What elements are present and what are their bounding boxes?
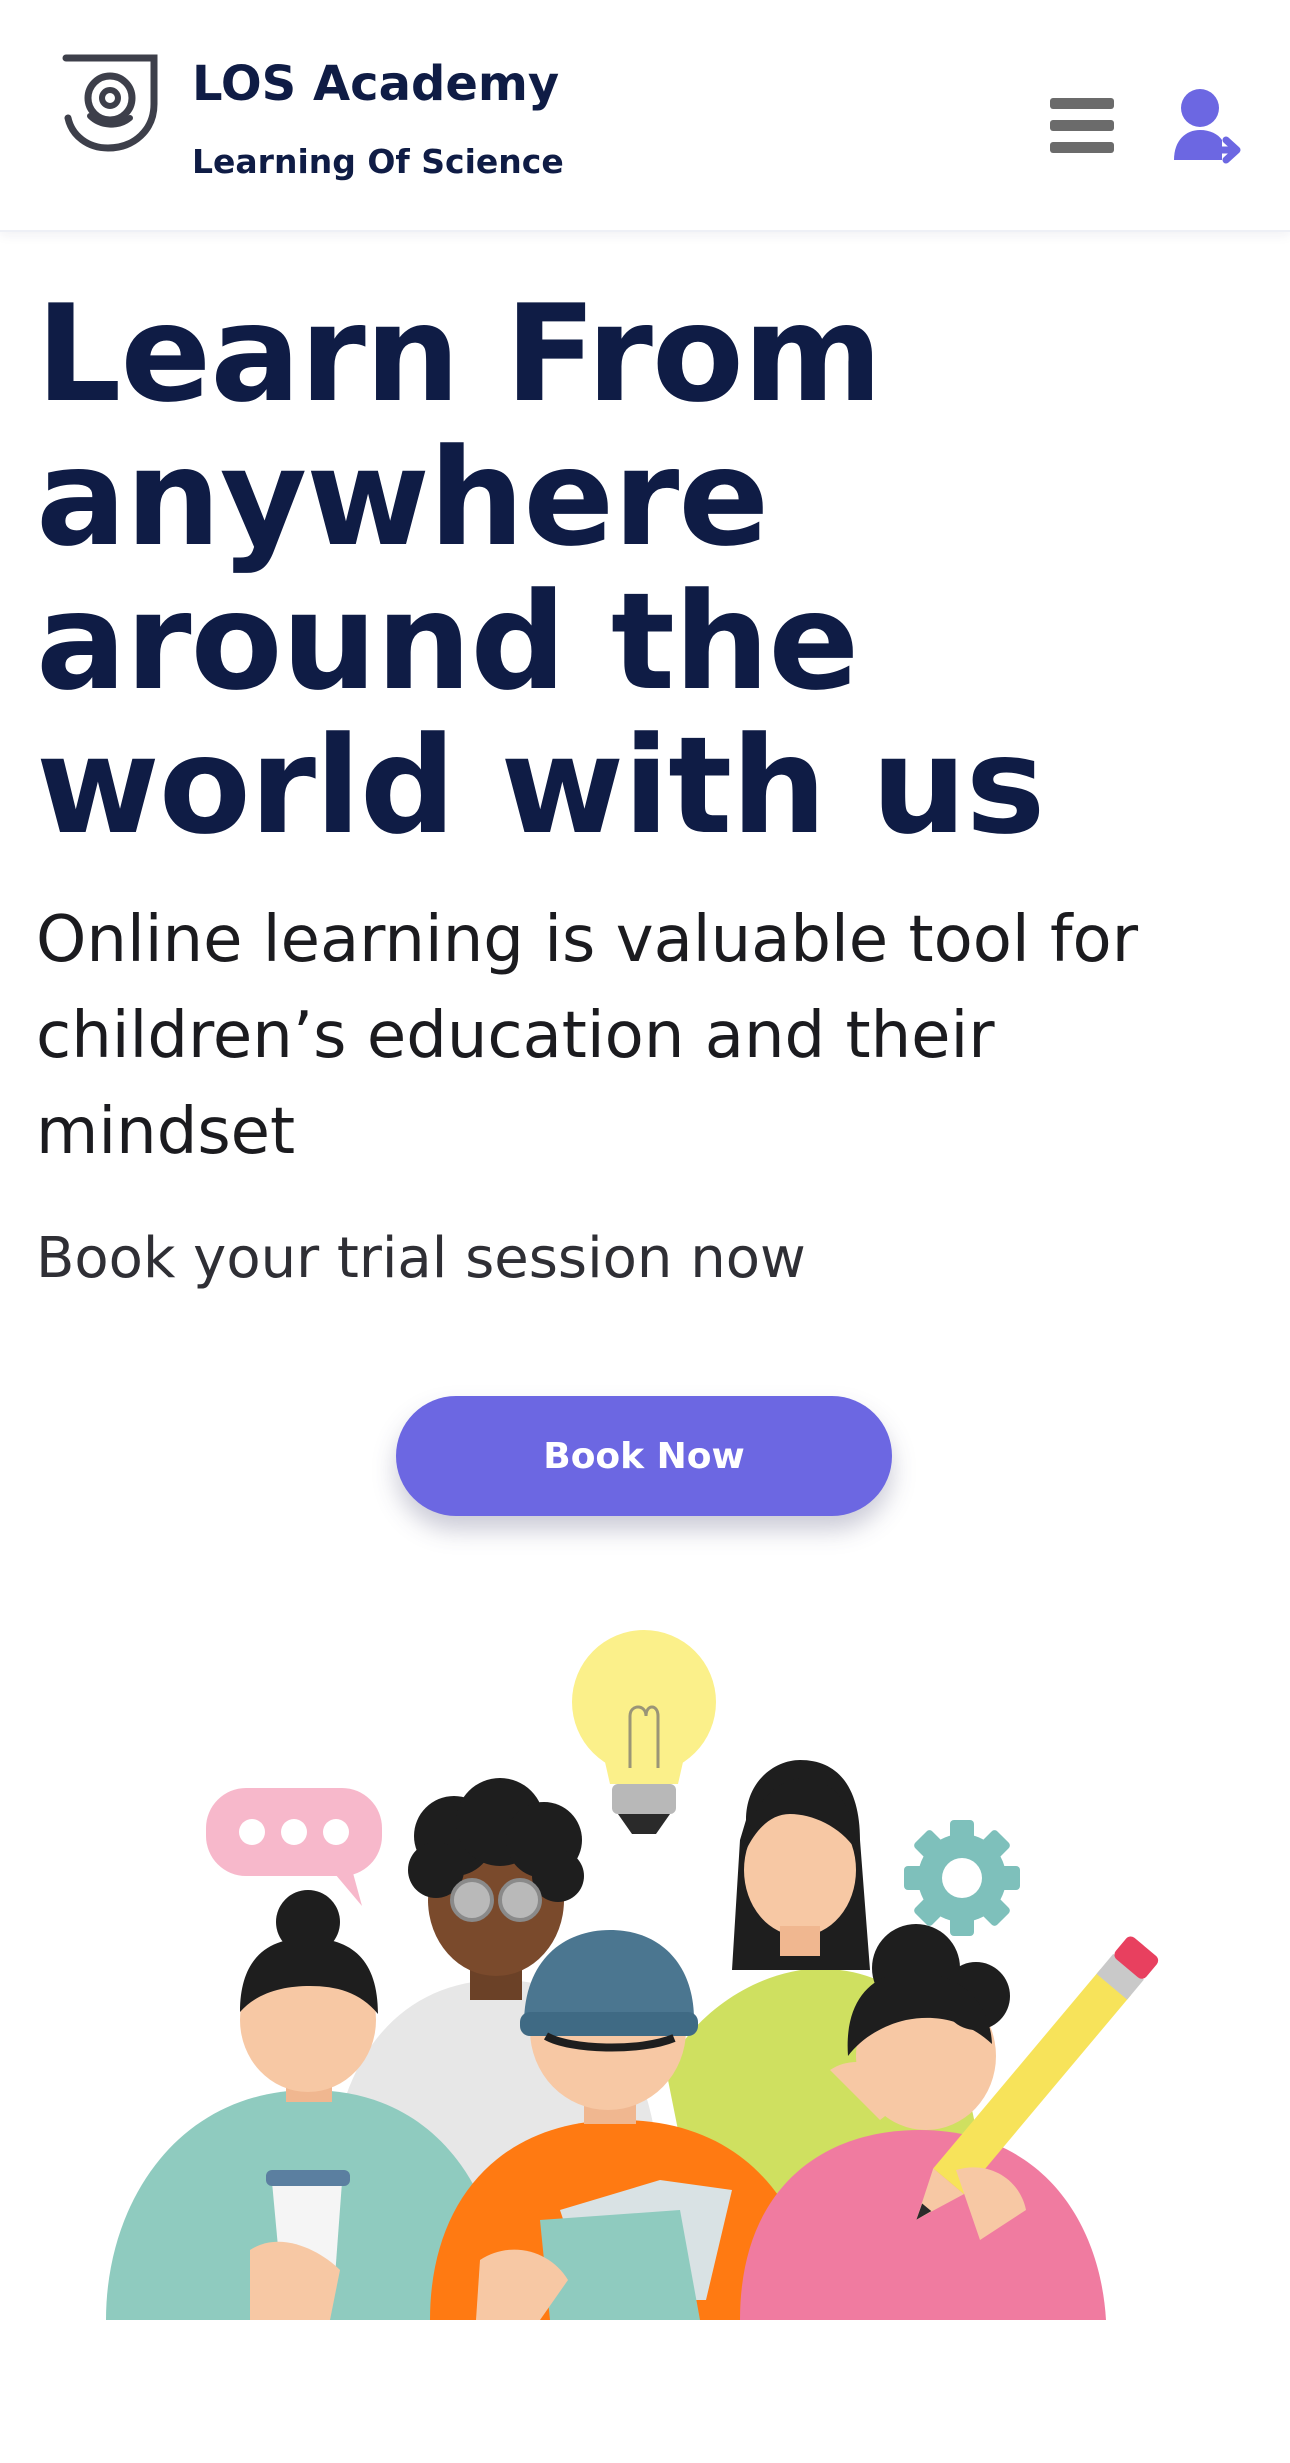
site-header: LOS Academy Learning Of Science <box>0 0 1290 232</box>
light-bulb-icon <box>572 1630 716 1834</box>
book-now-button[interactable]: Book Now <box>396 1396 892 1516</box>
hero-title: Learn From anywhere around the world wit… <box>36 276 1045 864</box>
los-academy-logo-icon[interactable] <box>60 52 160 152</box>
students-learning-illustration <box>106 1630 1159 2320</box>
gear-icon <box>904 1820 1020 1936</box>
speech-bubble-icon <box>206 1788 382 1906</box>
brand-tagline: Learning Of Science <box>192 142 564 181</box>
user-login-icon[interactable] <box>1172 88 1244 164</box>
trial-session-text: Book your trial session now <box>36 1226 806 1291</box>
brand-name[interactable]: LOS Academy <box>192 56 559 112</box>
hero-subtitle: Online learning is valuable tool for chi… <box>36 903 1138 1169</box>
hamburger-menu-icon[interactable] <box>1050 92 1118 160</box>
